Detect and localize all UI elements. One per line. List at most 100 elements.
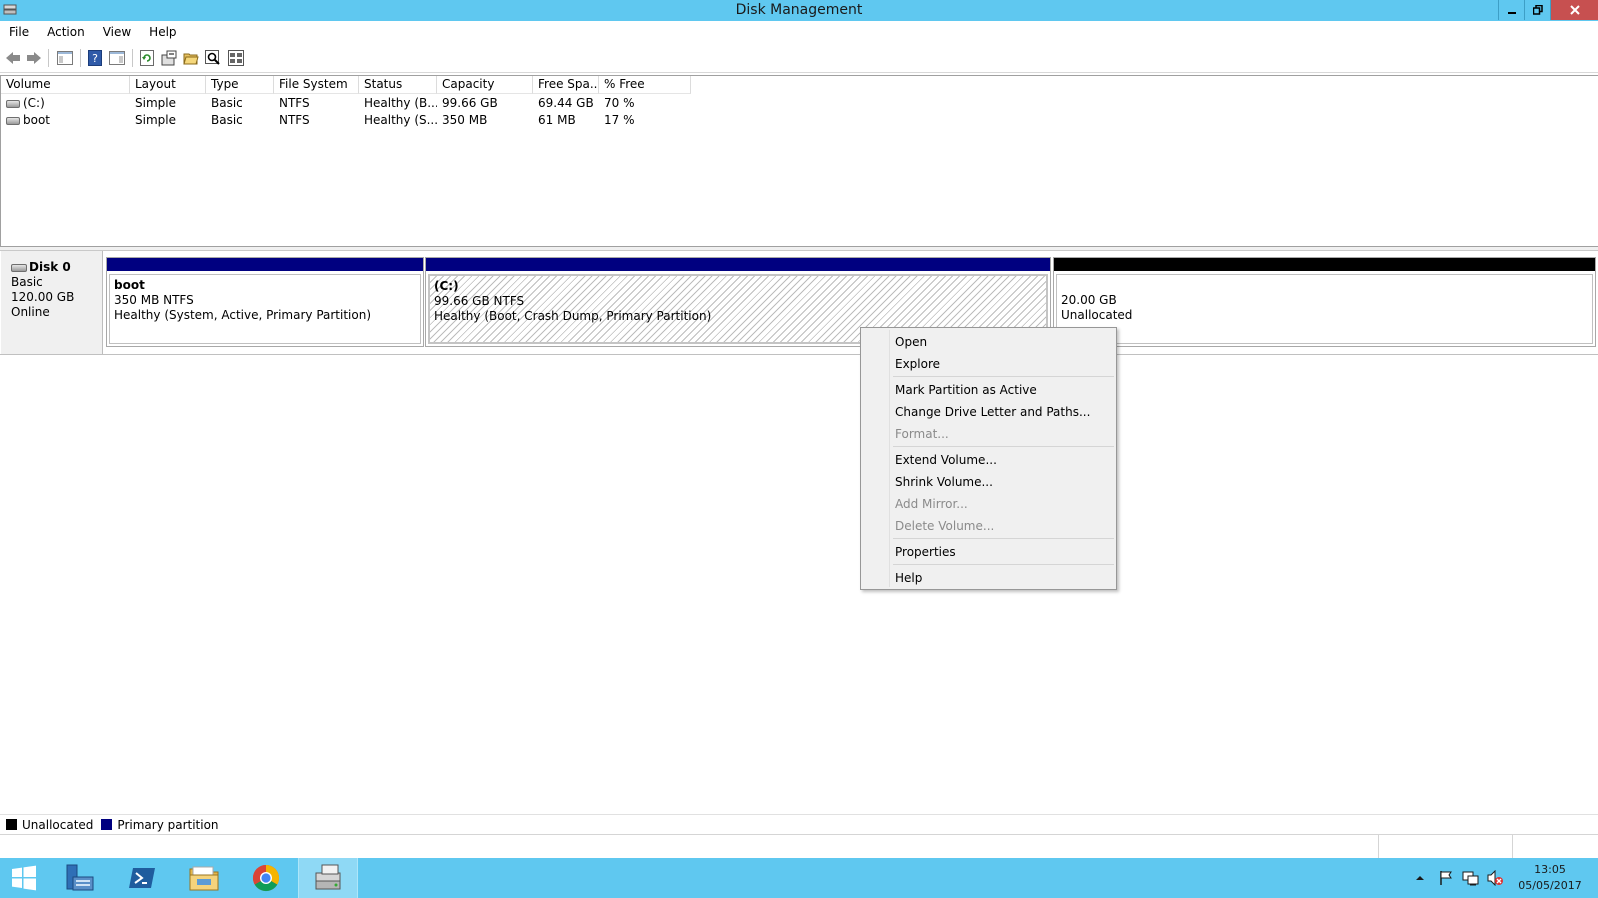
svg-text:?: ? (92, 52, 98, 65)
disk-state: Online (11, 305, 50, 319)
show-pane-icon (109, 51, 125, 65)
taskbar: 13:05 05/05/2017 (0, 858, 1598, 898)
open-button[interactable] (182, 49, 200, 67)
minimize-icon (1507, 12, 1516, 14)
taskbar-file-explorer[interactable] (174, 858, 234, 898)
free-space-cell: 69.44 GB (538, 96, 594, 110)
toolbar-separator (80, 49, 81, 67)
legend-item-unallocated: Unallocated (6, 818, 93, 832)
percent-free-cell: 17 % (604, 113, 635, 127)
column-header-file-system[interactable]: File System (274, 76, 359, 94)
status-cell: Healthy (S... (364, 113, 437, 127)
column-header-free-space[interactable]: Free Spa... (533, 76, 599, 94)
close-button[interactable] (1550, 0, 1598, 20)
partition-status: Healthy (Boot, Crash Dump, Primary Parti… (434, 309, 712, 323)
partition-size: 350 MB NTFS (114, 293, 194, 307)
partition-color-bar (426, 258, 1050, 271)
volume-button[interactable] (1484, 858, 1506, 898)
percent-free-cell: 70 % (604, 96, 635, 110)
taskbar-chrome[interactable] (236, 858, 296, 898)
column-header-status[interactable]: Status (359, 76, 437, 94)
menu-file[interactable]: File (0, 21, 38, 43)
restore-icon (1532, 5, 1543, 15)
partition-unallocated[interactable]: 20.00 GB Unallocated (1053, 257, 1596, 347)
column-header-type[interactable]: Type (206, 76, 274, 94)
partition-color-bar (1054, 258, 1595, 271)
column-header-layout[interactable]: Layout (130, 76, 206, 94)
back-button[interactable] (4, 49, 22, 67)
refresh-icon (140, 50, 154, 66)
help-button[interactable]: ? (86, 49, 104, 67)
show-hide-console-tree-button[interactable] (56, 49, 74, 67)
close-icon (1569, 5, 1580, 15)
menu-view[interactable]: View (94, 21, 140, 43)
network-icon (1462, 871, 1479, 886)
menu-item-help[interactable]: Help (863, 567, 1114, 589)
column-header-capacity[interactable]: Capacity (437, 76, 533, 94)
menu-item-open[interactable]: Open (863, 331, 1114, 353)
legend: Unallocated Primary partition (0, 814, 1598, 834)
network-button[interactable] (1460, 858, 1482, 898)
show-hidden-icons-button[interactable] (1412, 858, 1428, 898)
forward-button[interactable] (25, 49, 43, 67)
menu-item-change-drive-letter[interactable]: Change Drive Letter and Paths... (863, 401, 1114, 423)
legend-label: Unallocated (22, 817, 94, 832)
clock-date: 05/05/2017 (1518, 879, 1582, 892)
rescan-disks-button[interactable] (160, 49, 178, 67)
flag-icon (1440, 871, 1452, 885)
menu-item-shrink-volume[interactable]: Shrink Volume... (863, 471, 1114, 493)
layout-cell: Simple (135, 113, 176, 127)
disk-management-icon (315, 864, 341, 890)
legend-item-primary: Primary partition (101, 817, 219, 832)
partition-color-bar (107, 258, 423, 271)
capacity-cell: 350 MB (442, 113, 488, 127)
file-system-cell: NTFS (279, 113, 310, 127)
clock-time: 13:05 (1534, 863, 1566, 876)
type-cell: Basic (211, 113, 243, 127)
toolbar: ? (0, 43, 1598, 73)
show-hide-action-pane-button[interactable] (108, 49, 126, 67)
menu-item-delete-volume: Delete Volume... (895, 519, 995, 533)
file-system-cell: NTFS (279, 96, 310, 110)
taskbar-server-manager[interactable] (50, 858, 110, 898)
rescan-icon (161, 50, 177, 66)
action-center-button[interactable] (1436, 858, 1456, 898)
taskbar-powershell[interactable] (112, 858, 172, 898)
disk-0-label[interactable]: Disk 0 Basic 120.00 GB Online (1, 251, 103, 355)
menu-item-explore[interactable]: Explore (863, 353, 1114, 375)
taskbar-disk-management[interactable] (298, 858, 358, 898)
column-header-percent-free[interactable]: % Free (599, 76, 691, 94)
find-button[interactable] (204, 49, 222, 67)
disk-icon (11, 263, 27, 272)
disk-row-divider (0, 354, 1598, 355)
properties-icon (228, 50, 244, 66)
properties-button[interactable] (227, 49, 245, 67)
partition-size: 99.66 GB NTFS (434, 294, 525, 308)
legend-label: Primary partition (117, 817, 219, 832)
volume-name: boot (23, 113, 51, 127)
menu-item-add-mirror: Add Mirror... (895, 497, 968, 511)
taskbar-clock[interactable]: 13:05 05/05/2017 (1505, 862, 1595, 894)
free-space-cell: 61 MB (538, 113, 576, 127)
chrome-icon (252, 864, 280, 892)
refresh-button[interactable] (138, 49, 156, 67)
context-menu: Open Explore Mark Partition as Active Ch… (860, 327, 1117, 590)
status-divider (1378, 835, 1379, 859)
column-header-volume[interactable]: Volume (1, 76, 130, 94)
window-title: Disk Management (735, 2, 863, 18)
layout-cell: Simple (135, 96, 176, 110)
menu-item-mark-active[interactable]: Mark Partition as Active (863, 379, 1114, 401)
menu-separator (893, 564, 1114, 565)
menu-item-extend-volume[interactable]: Extend Volume... (863, 449, 1114, 471)
drive-icon (6, 99, 20, 108)
status-bar (0, 834, 1598, 859)
partition-boot[interactable]: boot 350 MB NTFS Healthy (System, Active… (106, 257, 424, 347)
restore-button[interactable] (1524, 0, 1550, 20)
menu-action[interactable]: Action (38, 21, 94, 43)
minimize-button[interactable] (1498, 0, 1524, 20)
disk-graphical-view: Disk 0 Basic 120.00 GB Online boot 350 M… (0, 251, 1598, 814)
start-button[interactable] (0, 858, 48, 898)
server-manager-icon (66, 864, 94, 891)
menu-help[interactable]: Help (140, 21, 185, 43)
menu-item-properties[interactable]: Properties (863, 541, 1114, 563)
